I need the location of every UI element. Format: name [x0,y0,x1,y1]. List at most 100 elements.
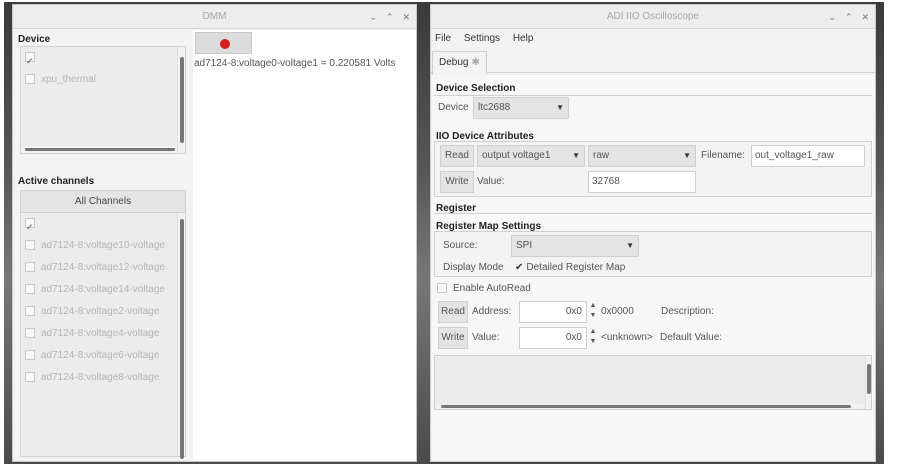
channels-scrollbar[interactable] [177,213,185,459]
channel-checkbox[interactable] [25,284,35,295]
register-read-button[interactable]: Read [438,301,468,323]
channel-item[interactable]: ad7124-8:voltage14-voltage [21,279,185,301]
iio-value-field[interactable]: 32768 [588,171,696,193]
source-select[interactable]: SPI ▼ [511,235,639,257]
device-item-label: xpu_thermal [41,74,97,85]
device-list-hscrollbar[interactable] [21,146,177,153]
checkmark-icon: ✔ [515,262,524,273]
minimize-icon[interactable]: ⌄ [369,5,377,29]
filename-field[interactable]: out_voltage1_raw [751,145,865,167]
osc-titlebar: ADI IIO Oscilloscope ⌄ ⌃ ✕ [431,5,875,29]
divider [434,213,872,214]
dropdown-arrow-icon: ▼ [556,103,564,112]
source-label: Source: [443,240,478,251]
channel-item[interactable]: ad7124-8:voltage8-voltage [21,367,185,389]
register-detail-area [434,355,872,410]
channel-item-label: ad7124-8:voltage4-voltage [41,328,160,339]
device-item[interactable]: xpu_thermal [21,69,185,91]
record-dot-icon [220,39,230,49]
register-value-field[interactable]: 0x0 [519,327,587,349]
display-mode-label: Display Mode [443,262,504,273]
value-unknown: <unknown> [601,332,653,343]
register-area-hscrollbar[interactable] [435,404,863,409]
dmm-readout-panel: ad7124-8:voltage0-voltage1 = 0.220581 Vo… [193,30,416,461]
value-spinner[interactable]: ▲ ▼ [588,327,598,349]
description-label: Description: [661,306,714,317]
filename-label: Filename: [701,150,745,161]
channel-select[interactable]: output voltage1 ▼ [477,145,585,167]
all-channels-button[interactable]: All Channels [21,191,185,213]
menu-help[interactable]: Help [513,33,534,44]
device-list: xpu_thermal [20,46,186,154]
dropdown-arrow-icon: ▼ [626,241,634,250]
channel-item-label: ad7124-8:voltage10-voltage [41,240,165,251]
channel-checkbox[interactable] [25,328,35,339]
channel-item-label: ad7124-8:voltage2-voltage [41,306,160,317]
iio-value-label: Value: [477,176,505,187]
address-spinner[interactable]: ▲ ▼ [588,301,598,323]
menu-file[interactable]: File [435,33,451,44]
enable-autoread-checkbox[interactable]: Enable AutoRead [437,283,531,294]
device-checkbox[interactable] [25,74,35,85]
active-channels-title: Active channels [18,176,95,187]
iio-write-button[interactable]: Write [440,171,474,193]
device-section-title: Device [18,34,51,45]
close-icon[interactable]: ✕ [861,5,869,29]
channel-checkbox[interactable] [25,306,35,317]
channel-item[interactable]: ad7124-8:voltage4-voltage [21,323,185,345]
autoread-checkbox-box[interactable] [437,283,447,294]
channel-item[interactable]: ad7124-8:voltage12-voltage [21,257,185,279]
dmm-title: DMM [202,11,227,22]
channel-checkbox[interactable] [25,372,35,383]
dropdown-arrow-icon: ▼ [683,151,691,160]
iio-read-button[interactable]: Read [440,145,474,167]
close-icon[interactable]: ✕ [402,5,410,29]
dmm-window: DMM ⌄ ⌃ ✕ Device xpu_thermal Active chan… [12,4,417,462]
channel-item[interactable]: ad7124-8:voltage10-voltage [21,235,185,257]
channel-checkbox[interactable] [25,240,35,251]
channel-item[interactable]: ad7124-8:voltage2-voltage [21,301,185,323]
address-field[interactable]: 0x0 [519,301,587,323]
address-label: Address: [472,306,512,317]
default-value-label: Default Value: [660,332,723,343]
oscilloscope-window: ADI IIO Oscilloscope ⌄ ⌃ ✕ File Settings… [430,4,876,462]
device-item[interactable] [21,47,185,69]
detailed-register-map-checkbox[interactable]: ✔ Detailed Register Map [515,262,625,273]
active-channels-list: All Channels ad7124-8:voltage10-voltage … [20,190,186,459]
attribute-select[interactable]: raw ▼ [588,145,696,167]
menu-bar: File Settings Help [431,29,875,49]
close-icon[interactable]: ✱ [471,57,479,68]
dmm-reading: ad7124-8:voltage0-voltage1 = 0.220581 Vo… [194,58,396,69]
register-area-scrollbar[interactable] [865,356,871,409]
channel-item-label: ad7124-8:voltage6-voltage [41,350,160,361]
debug-panel: Device Selection Device ltc2688 ▼ IIO Dev… [431,75,875,461]
record-button[interactable] [195,32,252,54]
maximize-icon[interactable]: ⌃ [386,5,394,29]
channel-item-label: ad7124-8:voltage8-voltage [41,372,160,383]
register-write-button[interactable]: Write [438,327,468,349]
address-hex: 0x0000 [601,306,634,317]
channel-checkbox[interactable] [25,216,35,235]
channel-item-label: ad7124-8:voltage14-voltage [41,284,165,295]
channel-checkbox[interactable] [25,350,35,361]
tab-debug-label: Debug [439,57,469,68]
channel-item[interactable]: ad7124-8:voltage6-voltage [21,345,185,367]
dmm-titlebar: DMM ⌄ ⌃ ✕ [13,5,416,29]
dmm-left-panel: Device xpu_thermal Active channels All C… [13,30,189,461]
device-checkbox[interactable] [25,50,35,69]
maximize-icon[interactable]: ⌃ [845,5,853,29]
divider [434,95,872,96]
menu-settings[interactable]: Settings [464,33,500,44]
channel-item[interactable] [21,213,185,235]
device-selection-title: Device Selection [436,83,516,94]
device-select[interactable]: ltc2688 ▼ [473,97,569,119]
device-label: Device [438,102,469,113]
device-list-scrollbar[interactable] [177,47,185,153]
minimize-icon[interactable]: ⌄ [828,5,836,29]
tab-row: Debug ✱ [431,49,875,75]
dropdown-arrow-icon: ▼ [572,151,580,160]
channel-checkbox[interactable] [25,262,35,273]
osc-title: ADI IIO Oscilloscope [606,11,700,22]
tab-debug[interactable]: Debug ✱ [432,51,487,75]
register-value-label: Value: [472,332,500,343]
